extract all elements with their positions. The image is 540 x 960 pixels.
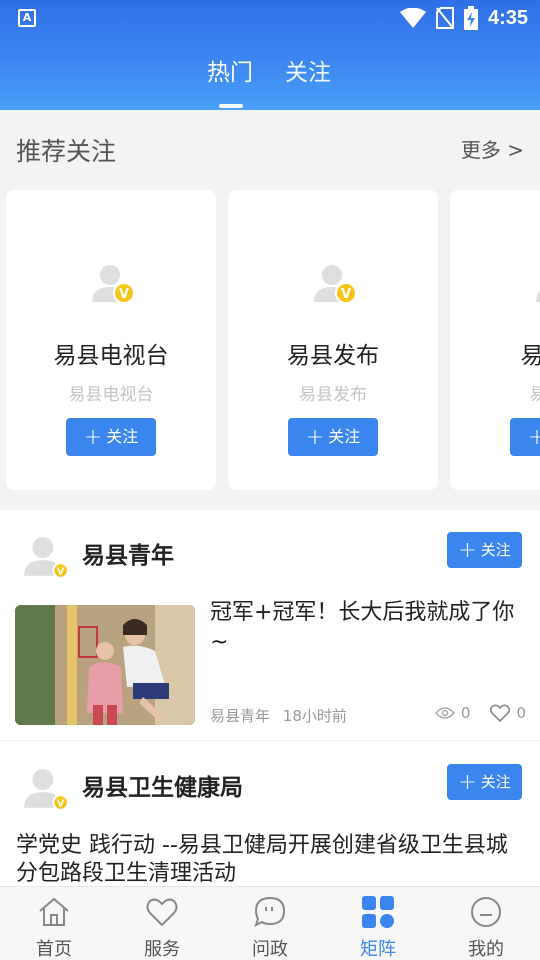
card-subtitle: 易县文: [529, 385, 540, 405]
header: A 4:35 热门 关注: [0, 0, 540, 110]
nav-label: 问政: [252, 939, 288, 960]
card-subtitle: 易县电视台: [68, 385, 154, 405]
nav-inquiry[interactable]: 问政: [216, 887, 324, 960]
recommend-card[interactable]: V 易县电视台 易县电视台 + 关注: [6, 190, 216, 490]
plus-icon: +: [458, 770, 477, 795]
bottom-nav: 首页 服务 问政 矩阵 我的: [0, 886, 540, 960]
recommend-card[interactable]: V 易县发布 易县发布 + 关注: [228, 190, 438, 490]
like-icon[interactable]: [490, 704, 511, 722]
nav-label: 矩阵: [360, 939, 396, 960]
nav-label: 首页: [36, 939, 72, 960]
tab-follow[interactable]: 关注: [285, 55, 331, 91]
heart-icon: [146, 898, 178, 927]
top-tabs: 热门 关注: [0, 55, 540, 95]
card-name: 易县文: [520, 343, 540, 369]
follow-button[interactable]: +关注: [510, 418, 540, 456]
battery-charging-icon: [463, 6, 478, 30]
svg-text:V: V: [341, 287, 351, 302]
follow-label: 关注: [480, 541, 511, 559]
verified-avatar-icon: V: [536, 291, 540, 302]
follow-label: 关注: [106, 427, 139, 446]
post-time: 18小时前: [282, 707, 347, 725]
author-row[interactable]: V 易县卫生健康局 + 关注: [0, 742, 540, 822]
eye-icon: [434, 707, 455, 719]
chat-icon: [254, 896, 286, 927]
card-subtitle: 易县发布: [299, 385, 367, 405]
verified-avatar-icon: V: [92, 265, 135, 304]
recommend-card[interactable]: V 易县文 易县文 +关注: [450, 190, 540, 490]
verified-avatar-icon: V: [24, 537, 69, 579]
status-bar: A 4:35: [0, 0, 540, 36]
plus-icon: +: [83, 425, 103, 450]
wifi-icon: [399, 8, 426, 28]
post-meta: 易县青年 18小时前: [210, 705, 347, 726]
post-stats: 0 0: [434, 704, 526, 722]
profile-icon: [471, 897, 501, 927]
more-link[interactable]: 更多 >: [461, 134, 524, 163]
tab-hot[interactable]: 热门: [207, 55, 253, 91]
card-name: 易县电视台: [53, 343, 169, 369]
feed: V 易县青年 + 关注 冠军+冠军！长大后我就成了你~ 易县青年 18小时前 0…: [0, 510, 540, 886]
verified-avatar-icon: V: [24, 769, 69, 811]
plus-icon: +: [458, 538, 477, 563]
grid-icon: [362, 896, 394, 928]
svg-text:V: V: [57, 567, 65, 578]
svg-text:V: V: [57, 799, 65, 810]
follow-label: 关注: [480, 773, 511, 791]
section-title: 推荐关注: [16, 137, 117, 166]
nav-matrix[interactable]: 矩阵: [324, 887, 432, 960]
follow-label: 关注: [328, 427, 361, 446]
clock: 4:35: [487, 6, 528, 29]
no-sim-icon: [435, 7, 454, 29]
divider: [0, 740, 540, 741]
home-icon: [39, 897, 69, 926]
recommend-section: 推荐关注 更多 > V 易县电视台 易县电视台 + 关注 V 易县发布 易县发布 …: [0, 110, 540, 510]
author-name[interactable]: 易县卫生健康局: [82, 768, 243, 802]
nav-label: 服务: [144, 939, 180, 960]
author-row[interactable]: V 易县青年 + 关注: [0, 510, 540, 590]
post-source: 易县青年: [210, 707, 271, 725]
plus-icon: +: [305, 425, 325, 450]
app-notification-icon: A: [18, 9, 36, 27]
post-title[interactable]: 冠军+冠军！长大后我就成了你~: [210, 598, 526, 658]
status-icons: 4:35: [399, 6, 528, 30]
svg-text:V: V: [119, 287, 129, 302]
nav-label: 我的: [468, 939, 504, 960]
nav-mine[interactable]: 我的: [432, 887, 540, 960]
post-thumbnail[interactable]: [15, 605, 195, 725]
verified-avatar-icon: V: [314, 265, 357, 304]
follow-button[interactable]: +关注: [66, 418, 156, 456]
nav-service[interactable]: 服务: [108, 887, 216, 960]
post-title[interactable]: 学党史 践行动 --易县卫健局开展创建省级卫生县城分包路段卫生清理活动: [16, 832, 526, 886]
follow-button[interactable]: +关注: [447, 764, 522, 800]
nav-home[interactable]: 首页: [0, 887, 108, 960]
follow-button[interactable]: +关注: [447, 532, 522, 568]
like-count: 0: [516, 704, 526, 722]
active-tab-indicator: [219, 104, 243, 108]
recommend-cards[interactable]: V 易县电视台 易县电视台 +关注 V 易县发布 易县发布 +关注 V 易县文 …: [0, 190, 540, 490]
view-count: 0: [460, 704, 471, 722]
plus-icon: +: [527, 425, 540, 450]
author-name[interactable]: 易县青年: [82, 536, 174, 570]
card-name: 易县发布: [287, 343, 379, 369]
photo-image: [15, 605, 195, 725]
follow-button[interactable]: +关注: [288, 418, 378, 456]
